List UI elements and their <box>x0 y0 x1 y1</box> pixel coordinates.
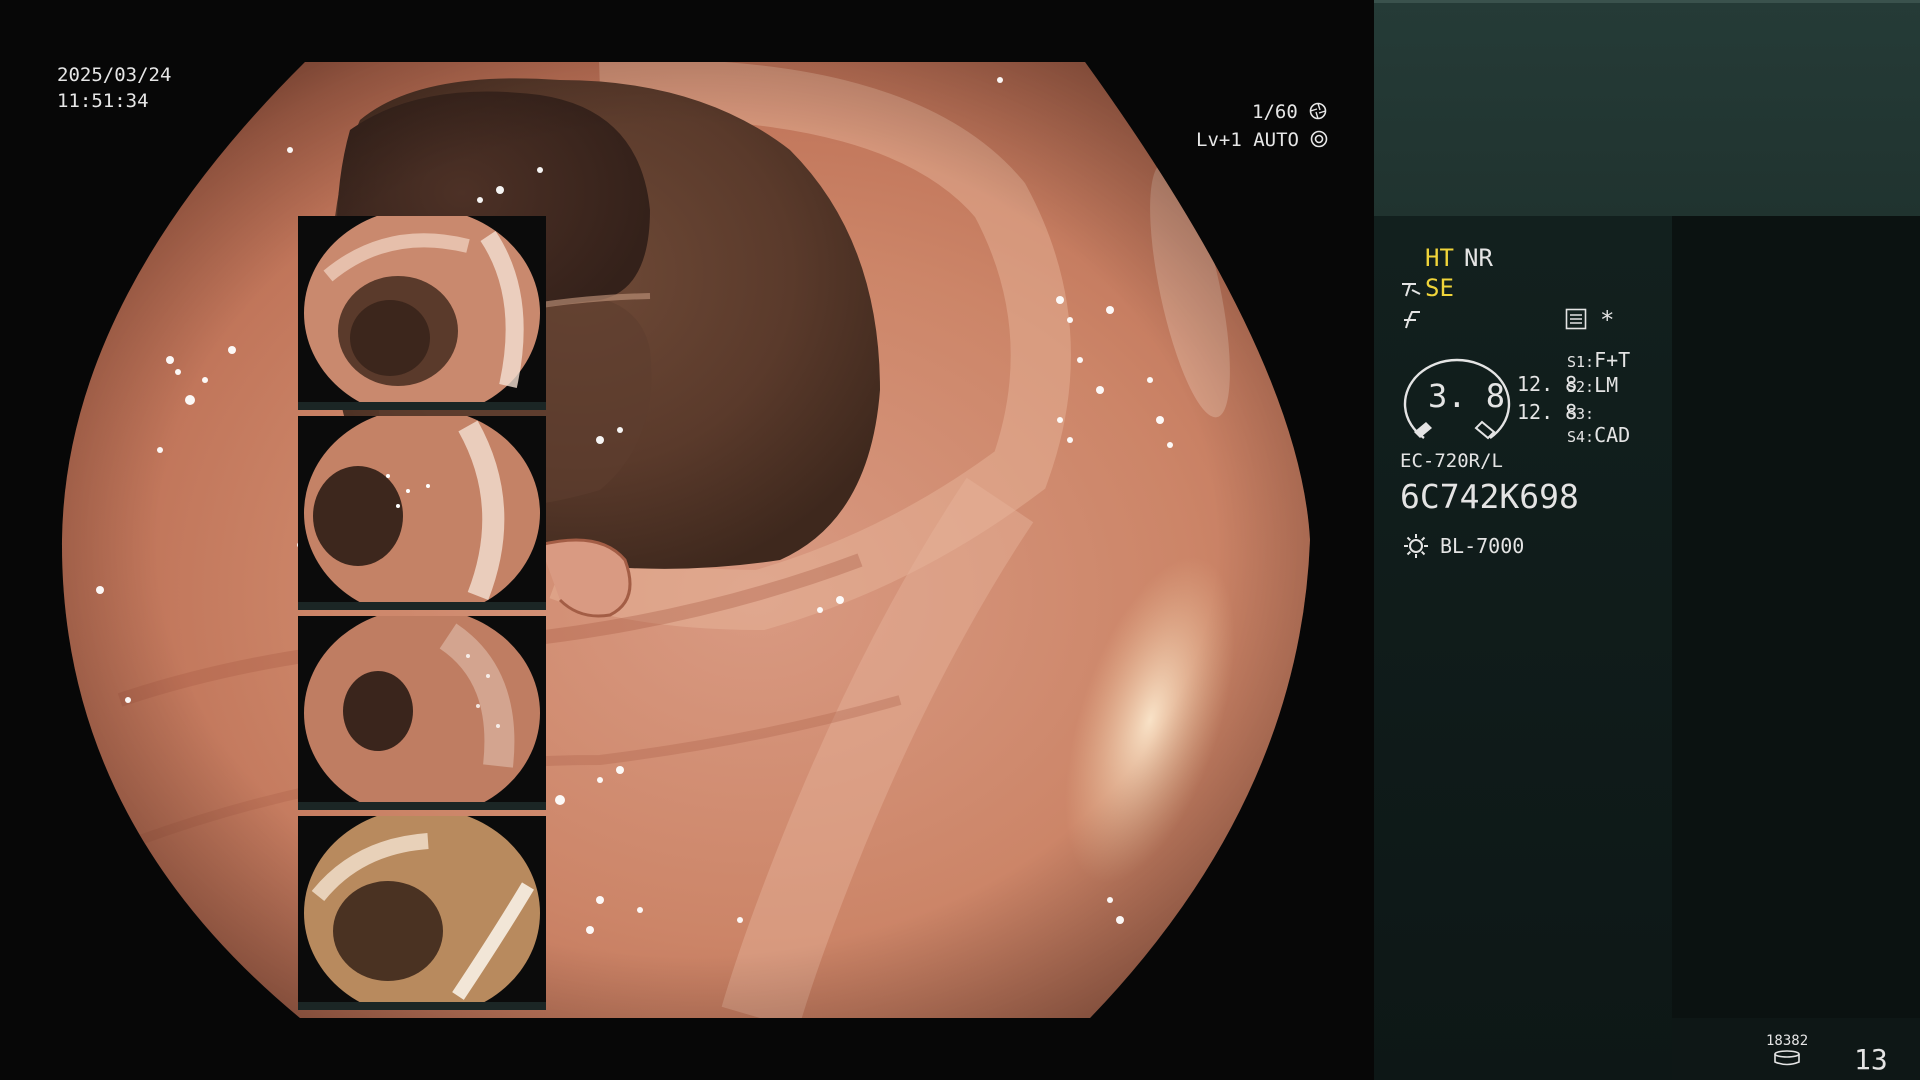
zoom-value: 3. 8 <box>1428 377 1506 415</box>
thumbnail-column <box>1672 216 1920 1018</box>
date-readout: 2025/03/24 <box>57 64 172 86</box>
capture-count: 13 <box>1854 1043 1888 1076</box>
scope-serial: 6C742K698 <box>1400 477 1579 516</box>
storage-icon <box>1774 1050 1800 1066</box>
level-mode-readout: Lv+1 AUTO <box>1196 130 1328 150</box>
switch-s4: S4:CAD <box>1567 425 1630 445</box>
endoscopy-screen: 2025/03/24 11:51:34 1/60 Lv+1 AUTO HT NR… <box>0 0 1920 1080</box>
magnify-icon <box>1402 283 1421 297</box>
capture-thumbnail-2[interactable] <box>298 416 546 610</box>
level-mode-value: Lv+1 AUTO <box>1196 129 1299 151</box>
switch-s2-value: LM <box>1594 373 1619 397</box>
switch-s2: S2:LM <box>1567 375 1618 395</box>
se-mode-indicator: SE <box>1425 274 1454 302</box>
switch-s3-label: S3: <box>1567 405 1595 423</box>
capture-thumbnail-1[interactable] <box>298 216 546 410</box>
aperture-icon <box>1309 102 1327 120</box>
asterisk-icon: * <box>1600 306 1615 334</box>
endoscopic-image <box>61 62 1310 1018</box>
switch-s4-value: CAD <box>1594 423 1631 447</box>
switch-s1-value: F+T <box>1594 348 1631 372</box>
switch-s1-label: S1: <box>1567 353 1595 371</box>
switch-s3: S3: <box>1567 402 1594 422</box>
capture-thumbnail-3[interactable] <box>298 616 546 810</box>
nr-mode-indicator: NR <box>1464 244 1493 272</box>
switch-s2-label: S2: <box>1567 378 1595 396</box>
light-source: BL-7000 <box>1440 534 1525 558</box>
ht-mode-indicator: HT <box>1425 244 1454 272</box>
switch-s4-label: S4: <box>1567 428 1595 446</box>
scope-model: EC-720R/L <box>1400 450 1503 472</box>
target-icon <box>1311 130 1328 148</box>
time-readout: 11:51:34 <box>57 90 149 112</box>
filter-icon <box>1404 311 1420 329</box>
sidebar-header-band <box>1374 0 1920 216</box>
sun-icon <box>1404 534 1428 558</box>
switch-s1: S1:F+T <box>1567 350 1630 370</box>
menu-card-icon <box>1565 308 1587 330</box>
capture-thumbnail-4[interactable] <box>298 816 546 1010</box>
storage-count: 18382 <box>1766 1033 1809 1049</box>
sidebar-info-panel <box>1374 216 1672 1080</box>
shutter-value: 1/60 <box>1252 101 1298 123</box>
shutter-readout: 1/60 <box>1252 102 1327 122</box>
endoscope-viewer: 2025/03/24 11:51:34 1/60 Lv+1 AUTO <box>0 0 1374 1080</box>
